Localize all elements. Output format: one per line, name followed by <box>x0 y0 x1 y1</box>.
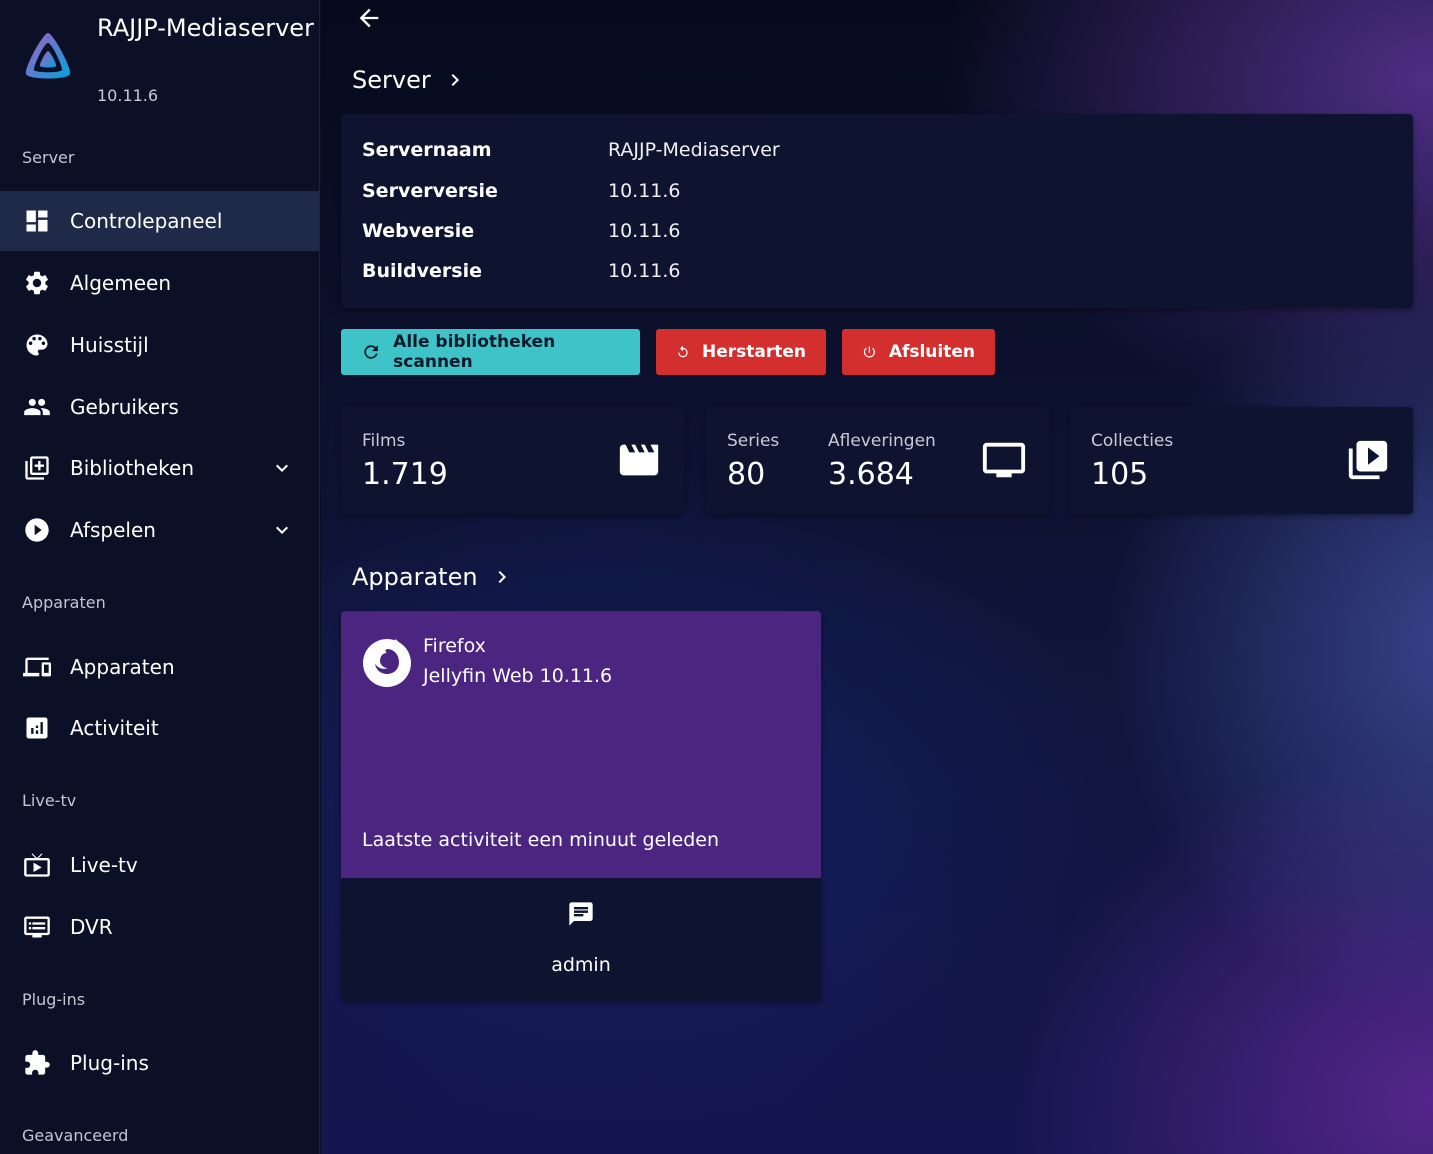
sidebar-item-apparaten[interactable]: Apparaten <box>0 637 319 697</box>
server-section-link[interactable]: Server <box>352 66 467 94</box>
sidebar: RAJJP-Mediaserver 10.11.6 Server Control… <box>0 0 320 1154</box>
device-name: Firefox <box>423 635 486 657</box>
palette-icon <box>22 330 52 360</box>
chevron-right-icon <box>490 565 514 589</box>
device-last-activity: Laatste activiteit een minuut geleden <box>362 829 720 851</box>
stat-label: Films <box>362 431 406 451</box>
firefox-icon <box>363 639 411 687</box>
sidebar-section-live-tv: Live-tv <box>22 791 77 810</box>
sidebar-section-plug-ins: Plug-ins <box>22 990 86 1009</box>
info-row-buildversie: Buildversie 10.11.6 <box>362 260 681 282</box>
refresh-icon <box>364 345 378 359</box>
sidebar-item-label: Algemeen <box>70 271 172 295</box>
info-key: Servernaam <box>362 139 492 161</box>
info-row-serverversie: Serverversie 10.11.6 <box>362 180 681 202</box>
device-user: admin <box>551 954 611 976</box>
live-tv-icon <box>22 850 52 880</box>
info-value: 10.11.6 <box>608 220 681 242</box>
settings-icon <box>22 268 52 298</box>
info-value: RAJJP-Mediaserver <box>608 139 780 161</box>
stat-value: 1.719 <box>362 457 448 492</box>
server-section-title: Server <box>352 66 431 94</box>
stat-label: Collecties <box>1091 431 1174 451</box>
restart-icon <box>678 345 688 358</box>
stat-value: 80 <box>727 457 766 492</box>
sidebar-item-huisstijl[interactable]: Huisstijl <box>0 315 319 375</box>
chevron-right-icon <box>443 68 467 92</box>
info-key: Buildversie <box>362 260 482 282</box>
info-row-webversie: Webversie 10.11.6 <box>362 220 681 242</box>
shutdown-button[interactable]: Afsluiten <box>842 329 995 375</box>
sidebar-item-bibliotheken[interactable]: Bibliotheken <box>0 438 319 498</box>
sidebar-item-label: Bibliotheken <box>70 456 194 480</box>
scan-button-label: Alle bibliotheken scannen <box>393 332 556 372</box>
chevron-down-icon[interactable] <box>270 518 294 542</box>
server-info-card: Servernaam RAJJP-Mediaserver Serverversi… <box>341 114 1413 308</box>
device-card-footer: admin <box>341 878 821 1001</box>
arrow-back-icon <box>359 8 379 28</box>
device-card-header: Firefox Jellyfin Web 10.11.6 Laatste act… <box>341 611 821 878</box>
stat-value: 3.684 <box>828 457 914 492</box>
sidebar-item-label: Controlepaneel <box>70 209 223 233</box>
sidebar-item-live-tv[interactable]: Live-tv <box>0 835 319 895</box>
brand[interactable]: RAJJP-Mediaserver 10.11.6 <box>22 8 319 108</box>
sidebar-item-label: Activiteit <box>70 716 159 740</box>
info-row-servernaam: Servernaam RAJJP-Mediaserver <box>362 139 780 161</box>
library-add-icon <box>22 453 52 483</box>
server-version: 10.11.6 <box>97 86 159 105</box>
device-client: Jellyfin Web 10.11.6 <box>423 665 613 687</box>
analytics-icon <box>22 713 52 743</box>
stat-card-series[interactable]: Series 80 Afleveringen 3.684 <box>706 407 1049 514</box>
main-content: Server Servernaam RAJJP-Mediaserver Serv… <box>321 0 1433 1154</box>
sidebar-item-label: Huisstijl <box>70 333 149 357</box>
tv-icon <box>981 437 1027 483</box>
extension-icon <box>22 1048 52 1078</box>
sidebar-item-algemeen[interactable]: Algemeen <box>0 253 319 313</box>
devices-section-link[interactable]: Apparaten <box>352 563 514 591</box>
stat-label: Series <box>727 431 780 451</box>
play-circle-icon <box>22 515 52 545</box>
stat-card-collections[interactable]: Collecties 105 <box>1070 407 1413 514</box>
sidebar-section-server: Server <box>22 148 75 167</box>
video-library-icon <box>1345 437 1391 483</box>
restart-button[interactable]: Herstarten <box>656 329 826 375</box>
sidebar-item-afspelen[interactable]: Afspelen <box>0 500 319 560</box>
people-icon <box>22 392 52 422</box>
device-card[interactable]: Firefox Jellyfin Web 10.11.6 Laatste act… <box>341 611 821 1001</box>
devices-section-title: Apparaten <box>352 563 478 591</box>
sidebar-item-label: Plug-ins <box>70 1051 149 1075</box>
chevron-down-icon[interactable] <box>270 456 294 480</box>
dashboard-icon <box>22 206 52 236</box>
info-value: 10.11.6 <box>608 260 681 282</box>
sidebar-section-apparaten: Apparaten <box>22 593 106 612</box>
message-icon[interactable] <box>567 900 595 928</box>
stat-value: 105 <box>1091 457 1149 492</box>
sidebar-item-label: DVR <box>70 915 113 939</box>
restart-button-label: Herstarten <box>701 342 806 362</box>
sidebar-item-label: Afspelen <box>70 518 156 542</box>
scan-all-libraries-button[interactable]: Alle bibliotheken scannen <box>341 329 640 375</box>
info-key: Serverversie <box>362 180 498 202</box>
devices-icon <box>22 652 52 682</box>
movie-icon <box>616 437 662 483</box>
shutdown-button-label: Afsluiten <box>888 342 975 362</box>
info-key: Webversie <box>362 220 475 242</box>
stat-label: Afleveringen <box>828 431 936 451</box>
sidebar-item-dvr[interactable]: DVR <box>0 897 319 957</box>
jellyfin-logo-icon <box>25 33 71 79</box>
sidebar-section-geavanceerd: Geavanceerd <box>22 1126 129 1145</box>
info-value: 10.11.6 <box>608 180 681 202</box>
sidebar-item-label: Live-tv <box>70 853 138 877</box>
stat-card-films[interactable]: Films 1.719 <box>341 407 684 514</box>
back-button[interactable] <box>355 4 383 32</box>
sidebar-item-label: Gebruikers <box>70 395 179 419</box>
dvr-icon <box>22 912 52 942</box>
sidebar-item-label: Apparaten <box>70 655 175 679</box>
sidebar-item-gebruikers[interactable]: Gebruikers <box>0 377 319 437</box>
server-name: RAJJP-Mediaserver <box>97 14 314 42</box>
power-icon <box>863 346 875 358</box>
sidebar-item-activiteit[interactable]: Activiteit <box>0 698 319 758</box>
sidebar-item-controlepaneel[interactable]: Controlepaneel <box>0 191 319 251</box>
sidebar-item-plug-ins[interactable]: Plug-ins <box>0 1033 319 1093</box>
